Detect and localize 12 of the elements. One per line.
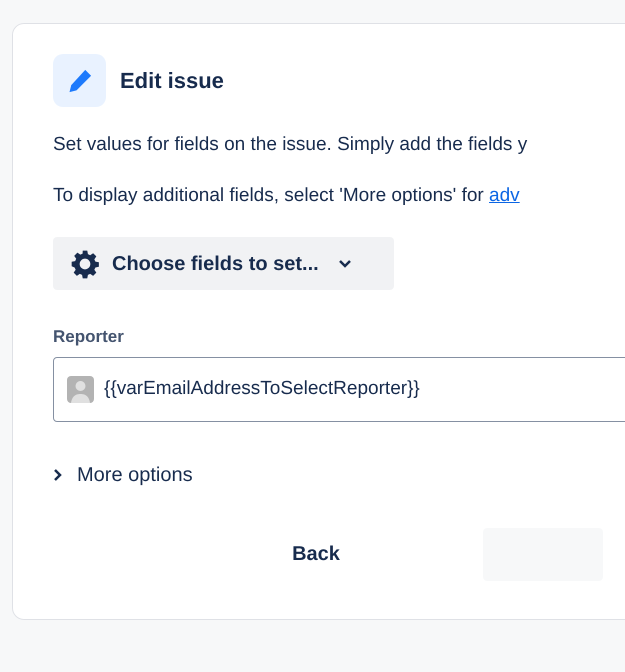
back-button[interactable]: Back xyxy=(246,528,386,580)
field-label: Reporter xyxy=(53,326,125,348)
advanced-link[interactable]: adv xyxy=(489,185,520,206)
choose-fields-button[interactable]: Choose fields to set... xyxy=(53,237,394,290)
hint-text: To display additional fields, select 'More options' for adv xyxy=(53,184,521,208)
more-options-toggle[interactable]: More options xyxy=(53,460,193,490)
gear-icon xyxy=(69,248,101,280)
description-text: Set values for fields on the issue. Simply add the fields y xyxy=(53,133,528,157)
reporter-field[interactable]: {{varEmailAddressToSelectReporter}} xyxy=(53,356,625,422)
dialog-title: Edit issue xyxy=(120,67,224,95)
chevron-down-icon xyxy=(338,258,352,268)
avatar-icon xyxy=(67,376,94,402)
